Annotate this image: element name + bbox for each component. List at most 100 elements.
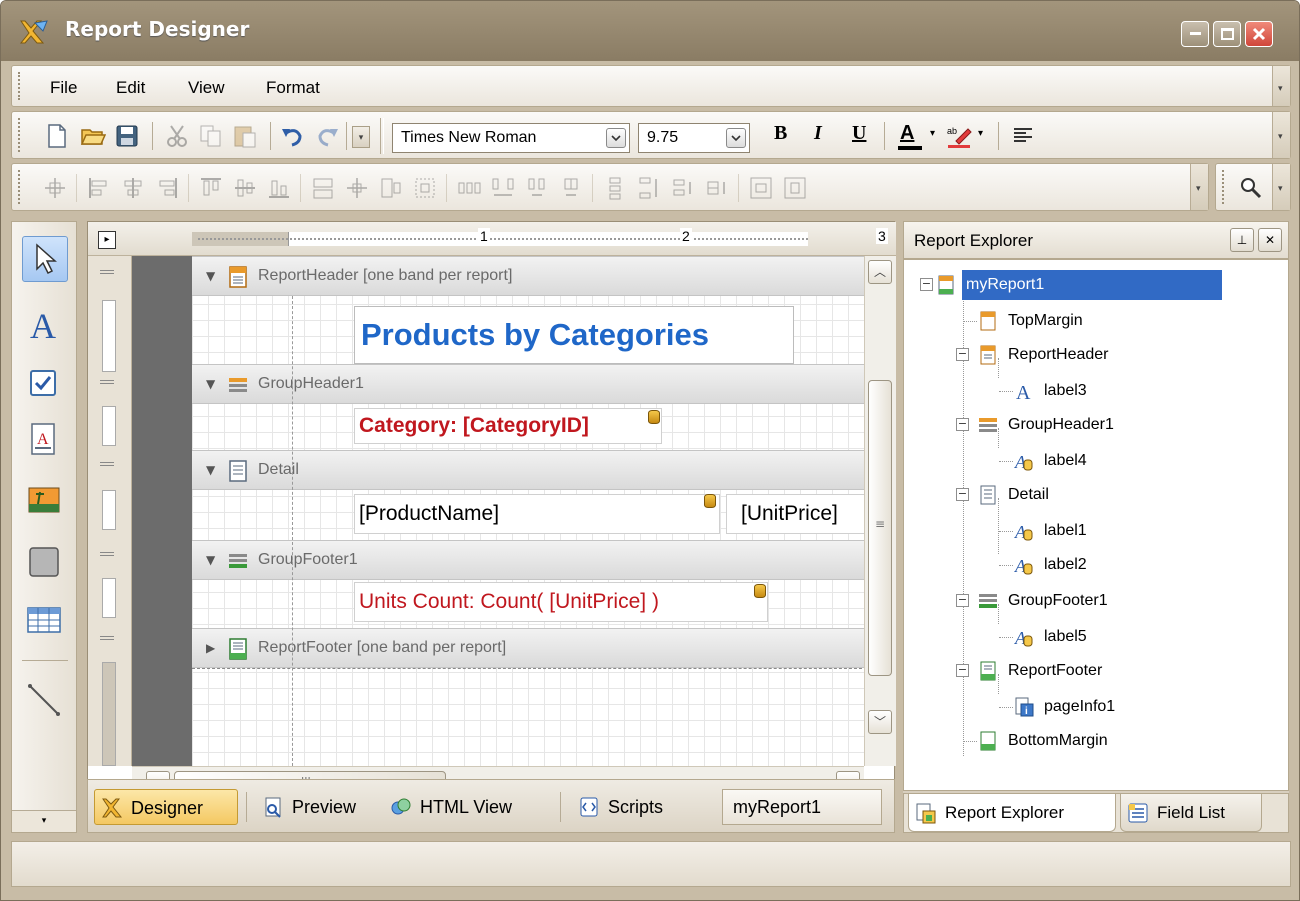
- close-button[interactable]: [1245, 21, 1273, 47]
- close-panel-button[interactable]: ✕: [1258, 228, 1282, 252]
- scroll-down-button[interactable]: ﹀: [868, 710, 892, 734]
- label-tool[interactable]: A: [22, 302, 68, 348]
- horizontal-spacing-decrease-icon[interactable]: [524, 175, 550, 201]
- table-tool[interactable]: [22, 598, 68, 644]
- same-width-icon[interactable]: [310, 175, 336, 201]
- scroll-up-button[interactable]: ︿: [868, 260, 892, 284]
- align-tops-icon[interactable]: [198, 175, 224, 201]
- font-color-dropdown[interactable]: ▾: [930, 128, 935, 139]
- redo-icon[interactable]: [314, 123, 340, 149]
- zoom-icon[interactable]: [1238, 175, 1264, 201]
- bold-button[interactable]: B: [774, 122, 787, 145]
- horizontal-spacing-equal-icon[interactable]: [456, 175, 482, 201]
- paste-icon[interactable]: [232, 123, 258, 149]
- band-collapse-icon[interactable]: ▼: [206, 377, 215, 391]
- label-category[interactable]: Category: [CategoryID]: [354, 408, 662, 444]
- band-reportheader[interactable]: ▼ ReportHeader [one band per report]: [192, 256, 864, 296]
- horizontal-spacing-increase-icon[interactable]: [490, 175, 516, 201]
- collapse-icon[interactable]: −: [920, 278, 933, 291]
- band-expand-icon[interactable]: ▶: [206, 641, 215, 655]
- font-name-combo[interactable]: Times New Roman: [392, 123, 630, 153]
- report-canvas[interactable]: ▼ ReportHeader [one band per report] Pro…: [132, 256, 864, 766]
- band-collapse-icon[interactable]: ▼: [206, 269, 215, 283]
- underline-button[interactable]: U: [852, 122, 866, 145]
- tab-designer[interactable]: Designer: [94, 789, 238, 825]
- vertical-scroll-thumb[interactable]: ≡: [868, 380, 892, 676]
- tab-report-explorer[interactable]: Report Explorer: [908, 794, 1116, 832]
- highlight-color-icon[interactable]: ab: [946, 123, 972, 149]
- same-size-icon[interactable]: [412, 175, 438, 201]
- collapse-icon[interactable]: −: [956, 418, 969, 431]
- label-unit-price[interactable]: [UnitPrice]: [726, 494, 864, 534]
- close-icon: [1252, 27, 1266, 41]
- undo-history-dropdown[interactable]: ▾: [352, 126, 370, 148]
- align-to-grid-icon[interactable]: [42, 175, 68, 201]
- menu-edit[interactable]: Edit: [116, 78, 145, 98]
- menu-overflow-button[interactable]: ▾: [1272, 66, 1290, 106]
- toolbox-scroll-down[interactable]: ▾: [12, 810, 76, 832]
- band-collapse-icon[interactable]: ▼: [206, 463, 215, 477]
- font-size-combo[interactable]: 9.75: [638, 123, 750, 153]
- panel-tool[interactable]: [22, 540, 68, 586]
- font-name-dropdown[interactable]: [606, 128, 626, 148]
- pin-button[interactable]: ⊥: [1230, 228, 1254, 252]
- vertical-spacing-decrease-icon[interactable]: [670, 175, 696, 201]
- title-bar[interactable]: Report Designer: [1, 1, 1299, 61]
- tab-html-view[interactable]: HTML View: [384, 789, 554, 825]
- band-collapse-icon[interactable]: ▼: [206, 553, 215, 567]
- label-product-name[interactable]: [ProductName]: [354, 494, 720, 534]
- align-rights-icon[interactable]: [154, 175, 180, 201]
- new-file-icon[interactable]: [44, 123, 70, 149]
- tab-preview[interactable]: Preview: [256, 789, 380, 825]
- save-icon[interactable]: [114, 123, 140, 149]
- cut-icon[interactable]: [164, 123, 190, 149]
- layout-toolbar-overflow-button[interactable]: ▾: [1190, 164, 1208, 210]
- menu-grip[interactable]: [18, 72, 22, 100]
- undo-icon[interactable]: [280, 123, 306, 149]
- same-height-icon[interactable]: [344, 175, 370, 201]
- label-units-count[interactable]: Units Count: Count( [UnitPrice] ): [354, 582, 768, 622]
- report-name-field[interactable]: myReport1: [722, 789, 882, 825]
- open-folder-icon[interactable]: [80, 123, 106, 149]
- menu-view[interactable]: View: [188, 78, 225, 98]
- collapse-icon[interactable]: −: [956, 348, 969, 361]
- center-vertically-icon[interactable]: [782, 175, 808, 201]
- tab-field-list[interactable]: Field List: [1120, 794, 1262, 832]
- vertical-spacing-increase-icon[interactable]: [636, 175, 662, 201]
- center-horizontally-icon[interactable]: [748, 175, 774, 201]
- align-centers-icon[interactable]: [120, 175, 146, 201]
- collapse-icon[interactable]: −: [956, 664, 969, 677]
- highlight-color-dropdown[interactable]: ▾: [978, 128, 983, 139]
- checkbox-tool[interactable]: [22, 362, 68, 408]
- vertical-spacing-remove-icon[interactable]: [704, 175, 730, 201]
- align-middles-icon[interactable]: [232, 175, 258, 201]
- align-left-icon[interactable]: [1010, 123, 1036, 149]
- ruler-toggle-button[interactable]: ▸: [98, 231, 116, 249]
- toolbar-overflow-button[interactable]: ▾: [1272, 112, 1290, 158]
- vertical-scrollbar[interactable]: ︿ ≡ ﹀: [864, 256, 896, 766]
- font-size-dropdown[interactable]: [726, 128, 746, 148]
- horizontal-spacing-remove-icon[interactable]: [558, 175, 584, 201]
- toolbox: A A ▾: [11, 221, 77, 833]
- line-tool[interactable]: [22, 678, 68, 724]
- picture-tool[interactable]: [22, 478, 68, 524]
- richtext-tool[interactable]: A: [22, 418, 68, 464]
- collapse-icon[interactable]: −: [956, 594, 969, 607]
- copy-icon[interactable]: [198, 123, 224, 149]
- size-to-grid-icon[interactable]: [378, 175, 404, 201]
- collapse-icon[interactable]: −: [956, 488, 969, 501]
- align-bottoms-icon[interactable]: [266, 175, 292, 201]
- tab-scripts[interactable]: Scripts: [572, 789, 708, 825]
- report-explorer-tree[interactable]: − myReport1 TopMargin − ReportHeader A l…: [903, 259, 1289, 791]
- font-color-button[interactable]: A: [896, 120, 924, 152]
- italic-button[interactable]: I: [814, 122, 822, 145]
- pointer-tool[interactable]: [22, 236, 68, 282]
- minimize-button[interactable]: [1181, 21, 1209, 47]
- menu-format[interactable]: Format: [266, 78, 320, 98]
- label-title[interactable]: Products by Categories: [354, 306, 794, 364]
- align-lefts-icon[interactable]: [86, 175, 112, 201]
- menu-file[interactable]: File: [50, 78, 77, 98]
- zoom-toolbar-overflow-button[interactable]: ▾: [1272, 164, 1290, 210]
- maximize-button[interactable]: [1213, 21, 1241, 47]
- vertical-spacing-equal-icon[interactable]: [602, 175, 628, 201]
